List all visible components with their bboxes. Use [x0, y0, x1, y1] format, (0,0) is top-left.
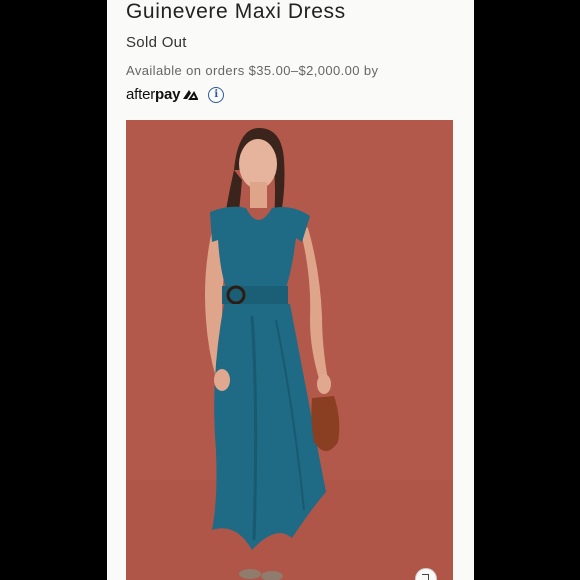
- afterpay-arrows-icon: [183, 90, 199, 100]
- stock-status: Sold Out: [126, 34, 187, 51]
- product-title: Guinevere Maxi Dress: [126, 0, 346, 23]
- afterpay-logo-after: after: [126, 86, 156, 103]
- info-icon[interactable]: i: [208, 87, 225, 103]
- model-illustration: [126, 120, 453, 580]
- product-image[interactable]: [126, 120, 453, 580]
- product-page: Guinevere Maxi Dress Sold Out Available …: [107, 0, 474, 580]
- afterpay-logo: after pay: [126, 86, 199, 104]
- afterpay-row: after pay i: [126, 86, 225, 104]
- afterpay-availability-text: Available on orders $35.00–$2,000.00 by: [126, 63, 379, 78]
- afterpay-logo-pay: pay: [155, 86, 181, 103]
